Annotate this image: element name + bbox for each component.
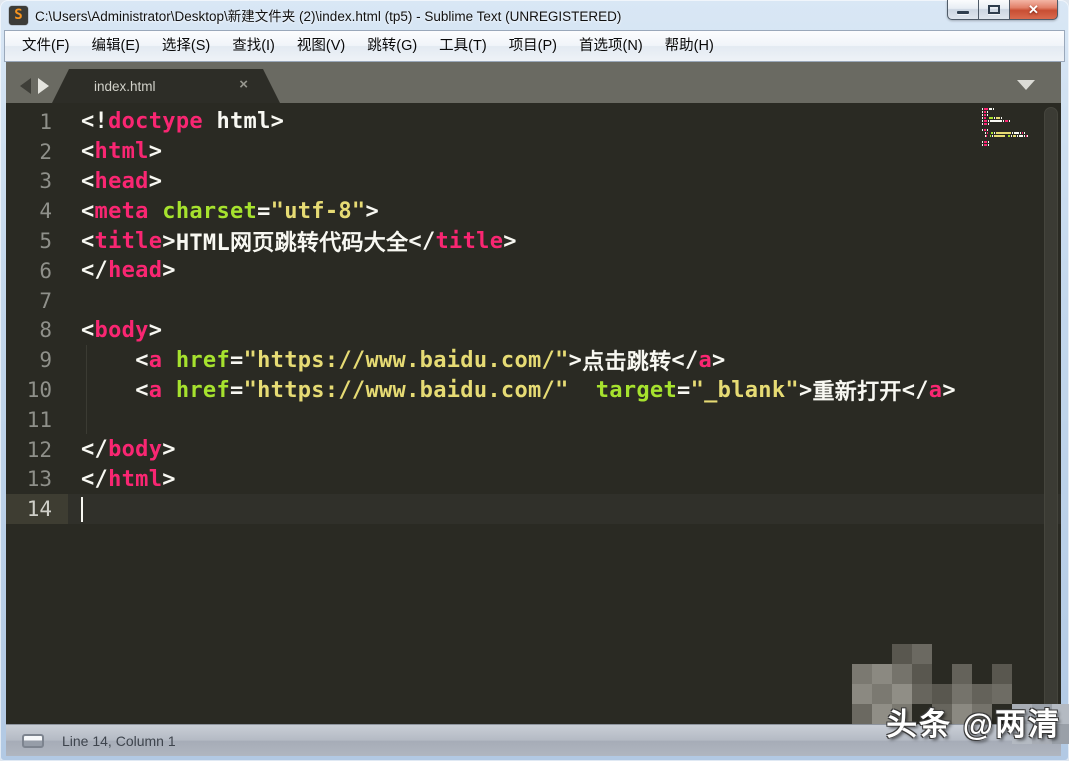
- code-line[interactable]: < head >: [68, 167, 1061, 197]
- minimap[interactable]: [982, 108, 1029, 150]
- menu-item[interactable]: 帮助(H): [654, 31, 725, 61]
- line-number: 7: [39, 288, 52, 313]
- code-line[interactable]: < body >: [68, 316, 1061, 346]
- code-area[interactable]: 1 <! doctype html > 2 < html > 3 < head > 4 < meta cha…: [6, 107, 1061, 525]
- menu-bar: 文件(F) 编辑(E) 选择(S) 查找(I) 视图(V) 跳转(G) 工具(T) 项目(P)…: [4, 30, 1065, 62]
- code-row: 13 </html >: [6, 465, 1061, 495]
- line-number: 9: [39, 348, 52, 373]
- sublime-text-app-icon: S: [9, 5, 28, 25]
- censored-block: [852, 684, 872, 704]
- line-number: 8: [39, 318, 52, 343]
- maximize-button[interactable]: [979, 0, 1010, 20]
- code-line[interactable]: [68, 405, 1061, 435]
- tab-close-icon[interactable]: ×: [239, 76, 248, 93]
- line-number: 14: [6, 494, 68, 525]
- code-line[interactable]: </html >: [68, 465, 1061, 495]
- maximize-icon: [988, 5, 1000, 14]
- code-editor[interactable]: 1 <! doctype html > 2 < html > 3 < head > 4 < meta cha…: [6, 103, 1061, 724]
- text-cursor: [81, 496, 83, 522]
- code-line[interactable]: < html >: [68, 137, 1061, 167]
- line-number: 4: [39, 199, 52, 224]
- code-line[interactable]: <! doctype html >: [68, 107, 1061, 137]
- sublime-text-window: S C:\Users\Administrator\Desktop\新建文件夹 (…: [0, 0, 1069, 761]
- code-line[interactable]: [68, 286, 1061, 316]
- censored-block: [912, 664, 932, 684]
- close-icon: ✕: [1028, 1, 1039, 17]
- menu-item[interactable]: 首选项(N): [568, 31, 654, 61]
- code-row: 10 < a href = "https://www.baidu.com/" targ…: [6, 375, 1061, 406]
- menu-item[interactable]: 视图(V): [286, 31, 356, 61]
- code-row: 9 < a href = "https://www.baidu.com/" > 点击跳转 <…: [6, 345, 1061, 376]
- code-row: 8 < body >: [6, 316, 1061, 346]
- code-line[interactable]: < meta charset = "utf-8" >: [68, 196, 1061, 226]
- menu-item[interactable]: 选择(S): [151, 31, 221, 61]
- censored-block: [852, 664, 872, 684]
- code-row: 1 <! doctype html >: [6, 107, 1061, 137]
- tab-index-html[interactable]: index.html ×: [52, 69, 280, 103]
- tab-scroll-right-icon[interactable]: [38, 78, 49, 94]
- censored-block: [892, 664, 912, 684]
- menu-item[interactable]: 查找(I): [221, 31, 286, 61]
- code-row: 14: [6, 494, 1061, 525]
- line-number: 10: [26, 378, 52, 403]
- code-line[interactable]: [68, 494, 1061, 525]
- line-number: 2: [39, 139, 52, 164]
- line-number: 11: [26, 407, 52, 432]
- minimize-button[interactable]: [947, 0, 979, 20]
- cursor-position-status: Line 14, Column 1: [62, 732, 176, 749]
- code-row: 4 < meta charset = "utf-8" >: [6, 196, 1061, 226]
- code-line[interactable]: < title > HTML网页跳转代码大全 </title >: [68, 226, 1061, 257]
- menu-item[interactable]: 工具(T): [428, 31, 498, 61]
- code-row: 6 </head >: [6, 256, 1061, 286]
- code-line[interactable]: < a href = "https://www.baidu.com/" > 点击跳转 </a…: [68, 345, 1061, 376]
- censored-block: [952, 664, 972, 684]
- censored-block: [912, 644, 932, 664]
- window-controls: ✕: [947, 0, 1058, 20]
- tab-overflow-dropdown-icon[interactable]: [1017, 80, 1035, 90]
- censored-block: [852, 704, 872, 724]
- code-line[interactable]: </head >: [68, 256, 1061, 286]
- tab-label: index.html: [94, 78, 156, 94]
- censored-block: [892, 644, 912, 664]
- tab-bar: index.html ×: [6, 62, 1061, 103]
- code-row: 11: [6, 405, 1061, 435]
- line-number: 5: [39, 229, 52, 254]
- vertical-scrollbar[interactable]: [1044, 107, 1058, 719]
- minimize-icon: [957, 11, 969, 14]
- code-row: 5 < title > HTML网页跳转代码大全 </title >: [6, 226, 1061, 257]
- line-number: 3: [39, 169, 52, 194]
- code-row: 3 < head >: [6, 167, 1061, 197]
- menu-item[interactable]: 文件(F): [11, 31, 81, 61]
- tab-scroll-left-icon[interactable]: [20, 78, 31, 94]
- menu-item[interactable]: 编辑(E): [81, 31, 151, 61]
- code-row: 12 </body >: [6, 435, 1061, 465]
- line-number: 1: [39, 109, 52, 134]
- close-button[interactable]: ✕: [1010, 0, 1058, 20]
- line-number: 6: [39, 258, 52, 283]
- censored-block: [872, 664, 892, 684]
- code-line[interactable]: < a href = "https://www.baidu.com/" target =…: [68, 375, 1061, 406]
- menu-item[interactable]: 项目(P): [498, 31, 568, 61]
- title-bar[interactable]: S C:\Users\Administrator\Desktop\新建文件夹 (…: [0, 0, 1069, 30]
- menu-item[interactable]: 跳转(G): [356, 31, 428, 61]
- line-number: 13: [26, 467, 52, 492]
- sidebar-toggle-icon[interactable]: [22, 733, 44, 748]
- window-title: C:\Users\Administrator\Desktop\新建文件夹 (2)…: [35, 9, 622, 24]
- code-row: 7: [6, 286, 1061, 316]
- censored-block: [992, 664, 1012, 684]
- watermark: 头条 @两清: [886, 707, 1061, 742]
- code-line[interactable]: </body >: [68, 435, 1061, 465]
- line-number: 12: [26, 437, 52, 462]
- code-row: 2 < html >: [6, 137, 1061, 167]
